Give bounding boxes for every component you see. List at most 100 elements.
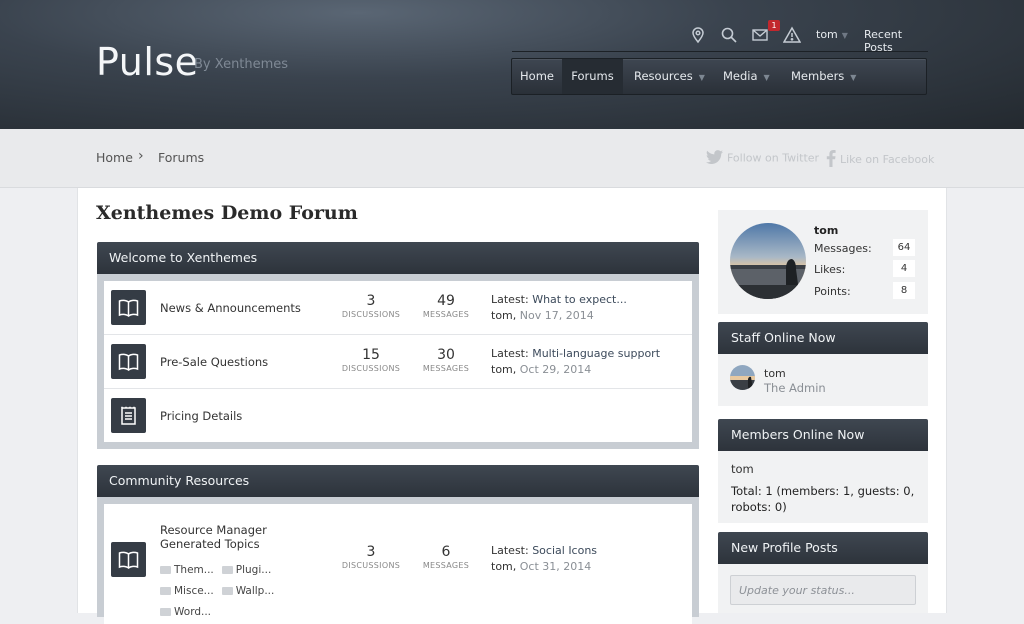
- category-body: Resource Manager Generated Topics Them..…: [97, 497, 699, 624]
- book-icon[interactable]: [111, 542, 146, 577]
- visitor-name[interactable]: tom: [814, 224, 838, 237]
- alert-icon[interactable]: [783, 26, 801, 44]
- nav-forums[interactable]: Forums: [562, 59, 623, 94]
- category-body: News & Announcements 3 DISCUSSIONS 49 MESS…: [97, 274, 699, 449]
- book-icon[interactable]: [111, 290, 146, 325]
- subforum-link[interactable]: Misce...: [160, 581, 214, 602]
- latest-label: Latest:: [491, 544, 529, 557]
- members-online-header: Members Online Now: [718, 419, 928, 451]
- members-online-title: Members Online Now: [731, 427, 865, 442]
- discussions-label: DISCUSSIONS: [341, 364, 401, 373]
- latest-user-link[interactable]: tom: [491, 309, 513, 322]
- map-pin-icon[interactable]: [689, 26, 707, 44]
- breadcrumb-forums[interactable]: Forums: [158, 150, 204, 165]
- messages-stat: 49 MESSAGES: [411, 293, 481, 319]
- category-header[interactable]: Welcome to Xenthemes: [97, 242, 699, 274]
- discussions-label: DISCUSSIONS: [341, 561, 401, 570]
- node-list: News & Announcements 3 DISCUSSIONS 49 MESS…: [104, 281, 692, 442]
- category-header[interactable]: Community Resources: [97, 465, 699, 497]
- subforum-link[interactable]: Plugi...: [221, 560, 272, 581]
- profile-posts-title: New Profile Posts: [731, 540, 838, 555]
- subforum-label: Wallp...: [235, 585, 275, 597]
- folder-icon: [160, 566, 171, 574]
- chevron-down-icon: ▼: [841, 31, 848, 40]
- last-post: Latest: Social Icons tom, Oct 31, 2014: [491, 544, 598, 573]
- twitter-follow-link[interactable]: Follow on Twitter: [706, 150, 819, 167]
- forum-node: Pre-Sale Questions 15 DISCUSSIONS 30 MESSA…: [104, 335, 692, 389]
- chevron-right-icon: ›: [138, 148, 144, 164]
- user-menu[interactable]: tom ▼: [816, 28, 848, 41]
- latest-thread-link[interactable]: Multi-language support: [532, 347, 660, 360]
- staff-member-name[interactable]: tom: [764, 367, 786, 380]
- profile-posts-header: New Profile Posts: [718, 532, 928, 564]
- likes-label: Likes:: [814, 263, 846, 276]
- subforum-label: Misce...: [174, 585, 214, 597]
- nav-media-label: Media: [723, 69, 758, 83]
- site-logo[interactable]: Pulse: [96, 40, 199, 84]
- folder-icon: [221, 566, 233, 574]
- subforum-label: Them...: [174, 564, 214, 576]
- nav-media[interactable]: Media ▼: [723, 59, 783, 94]
- online-member-link[interactable]: tom: [731, 462, 754, 476]
- chevron-down-icon: ▼: [698, 73, 705, 82]
- site-header: Pulse By Xenthemes 1 tom ▼ Recent Posts H…: [0, 0, 1024, 129]
- staff-online-title: Staff Online Now: [731, 330, 836, 345]
- nav-home-label: Home: [520, 69, 554, 83]
- twitter-follow-label: Follow on Twitter: [727, 151, 820, 165]
- subforum-label: Plugi...: [235, 564, 272, 576]
- forum-node: News & Announcements 3 DISCUSSIONS 49 MESS…: [104, 281, 692, 335]
- nav-resources-label: Resources: [634, 69, 693, 83]
- last-post: Latest: What to expect... tom, Nov 17, 2…: [491, 293, 627, 322]
- breadcrumb-home[interactable]: Home: [96, 150, 133, 165]
- book-icon[interactable]: [111, 344, 146, 379]
- discussions-stat: 15 DISCUSSIONS: [336, 347, 406, 373]
- category-title: Community Resources: [109, 473, 250, 488]
- latest-thread-link[interactable]: What to expect...: [532, 293, 627, 306]
- messages-label: MESSAGES: [422, 310, 470, 319]
- search-icon[interactable]: [720, 26, 738, 44]
- messages-label: MESSAGES: [422, 364, 470, 373]
- discussions-count: 15: [362, 347, 380, 363]
- site-tagline: By Xenthemes: [194, 57, 289, 72]
- messages-count: 49: [437, 293, 455, 309]
- nav-members[interactable]: Members ▼: [791, 59, 871, 94]
- twitter-icon: [706, 150, 723, 167]
- header-divider: [512, 51, 928, 52]
- avatar[interactable]: [730, 365, 755, 390]
- latest-label: Latest:: [491, 347, 529, 360]
- subforum-link[interactable]: Wallp...: [221, 581, 275, 602]
- status-update-input[interactable]: [730, 575, 916, 605]
- messages-label: Messages:: [814, 242, 872, 255]
- nav-home[interactable]: Home: [512, 59, 562, 94]
- messages-count: 6: [441, 544, 451, 560]
- chevron-down-icon: ▼: [763, 73, 770, 82]
- node-list: Resource Manager Generated Topics Them..…: [104, 504, 692, 624]
- user-toolbar: 1 tom ▼ Recent Posts: [680, 20, 930, 54]
- mail-icon[interactable]: [751, 26, 769, 44]
- latest-user-link[interactable]: tom: [491, 363, 513, 376]
- subforum-link[interactable]: Them...: [160, 560, 214, 581]
- category-title: Welcome to Xenthemes: [109, 250, 258, 265]
- subforum-label: Word...: [174, 606, 212, 618]
- discussions-label: DISCUSSIONS: [341, 310, 401, 319]
- latest-user-link[interactable]: tom: [491, 560, 513, 573]
- nav-resources[interactable]: Resources ▼: [634, 59, 714, 94]
- user-name: tom: [816, 28, 838, 41]
- points-value: 8: [893, 282, 915, 299]
- forum-title[interactable]: News & Announcements: [160, 301, 301, 315]
- page-icon[interactable]: [111, 398, 146, 433]
- messages-count: 30: [437, 347, 455, 363]
- discussions-stat: 3 DISCUSSIONS: [336, 544, 406, 570]
- nav-forums-label: Forums: [571, 69, 614, 83]
- chevron-down-icon: ▼: [850, 73, 857, 82]
- staff-online-header: Staff Online Now: [718, 322, 928, 354]
- latest-thread-link[interactable]: Social Icons: [532, 544, 597, 557]
- messages-value: 64: [893, 239, 915, 256]
- forum-title[interactable]: Pre-Sale Questions: [160, 355, 268, 369]
- avatar[interactable]: [730, 223, 806, 299]
- facebook-like-link[interactable]: Like on Facebook: [826, 150, 934, 170]
- facebook-icon: [826, 150, 836, 170]
- forum-title[interactable]: Resource Manager Generated Topics: [160, 523, 330, 551]
- facebook-like-label: Like on Facebook: [840, 153, 935, 166]
- page-title-link[interactable]: Pricing Details: [160, 409, 242, 423]
